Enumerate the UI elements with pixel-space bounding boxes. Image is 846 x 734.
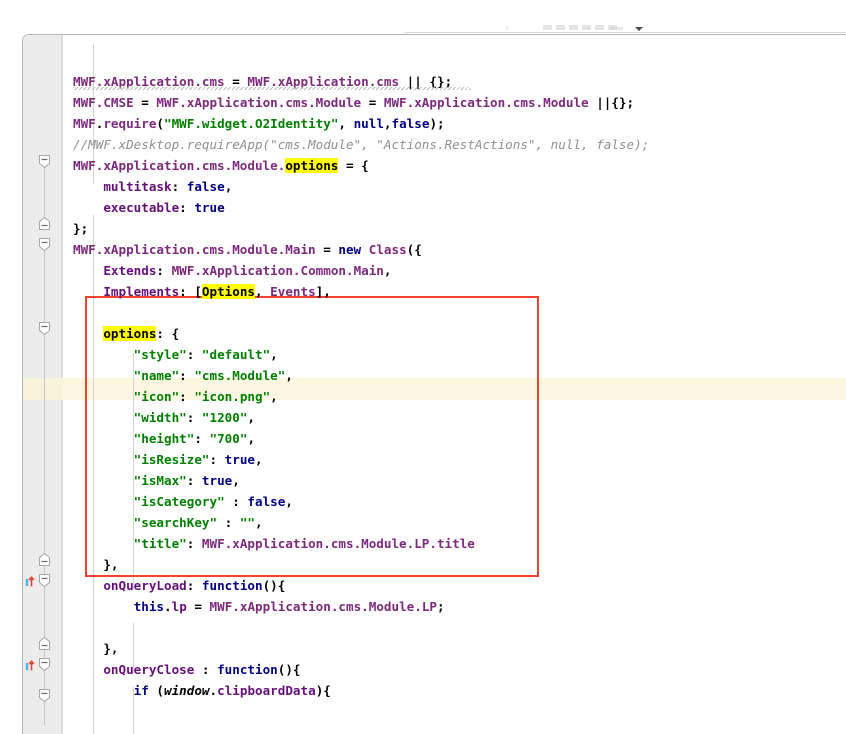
code-line[interactable]: "title": MWF.xApplication.cms.Module.LP.…: [73, 533, 475, 554]
fold-marker-expanded-icon[interactable]: [39, 238, 50, 251]
code-line[interactable]: "searchKey" : "",: [73, 512, 263, 533]
editor-window: MWF.xApplication.cms = MWF.xApplication.…: [0, 0, 846, 734]
toolbar-dropdown-caret-icon[interactable]: [635, 27, 643, 31]
code-line[interactable]: MWF.xApplication.cms.Module.Main = new C…: [73, 239, 422, 260]
code-line[interactable]: "icon": "icon.png",: [73, 386, 278, 407]
toolbar-ghost-item-5[interactable]: [595, 25, 604, 30]
code-line[interactable]: MWF.require("MWF.widget.O2Identity", nul…: [73, 113, 445, 134]
overriding-method-icon[interactable]: [25, 575, 38, 588]
toolbar-ghost-item-3[interactable]: [569, 25, 578, 30]
code-editor-frame: MWF.xApplication.cms = MWF.xApplication.…: [22, 34, 846, 734]
code-lines: MWF.xApplication.cms = MWF.xApplication.…: [63, 35, 846, 734]
fold-marker-expanded-icon[interactable]: [39, 689, 50, 702]
code-line[interactable]: "height": "700",: [73, 428, 255, 449]
fold-marker-end-icon[interactable]: [39, 217, 50, 230]
code-line[interactable]: },: [73, 638, 119, 659]
code-line[interactable]: MWF.xApplication.cms.Module.options = {: [73, 155, 369, 176]
fold-marker-expanded-icon[interactable]: [39, 322, 50, 335]
code-line[interactable]: "isCategory" : false,: [73, 491, 293, 512]
code-line[interactable]: onQueryLoad: function(){: [73, 575, 285, 596]
code-line[interactable]: "width": "1200",: [73, 407, 255, 428]
code-line[interactable]: "name": "cms.Module",: [73, 365, 293, 386]
fold-marker-end-icon[interactable]: [39, 637, 50, 650]
code-line-comment[interactable]: //MWF.xDesktop.requireApp("cms.Module", …: [73, 134, 649, 155]
code-line[interactable]: "style": "default",: [73, 344, 278, 365]
fold-marker-expanded-icon[interactable]: [39, 658, 50, 671]
toolbar-strip: [0, 0, 846, 34]
fold-marker-end-icon[interactable]: [39, 553, 50, 566]
code-line[interactable]: onQueryClose : function(){: [73, 659, 301, 680]
code-line[interactable]: executable: true: [73, 197, 225, 218]
toolbar-ghost-item-9[interactable]: [610, 27, 623, 30]
fold-marker-expanded-icon[interactable]: [39, 155, 50, 168]
fold-rail: [44, 245, 45, 565]
code-line[interactable]: "isMax": true,: [73, 470, 240, 491]
fold-rail: [44, 161, 45, 221]
code-line[interactable]: if (window.clipboardData){: [73, 680, 331, 701]
toolbar-ghost-item-7[interactable]: [506, 27, 508, 30]
warning-squiggle: [73, 87, 471, 90]
fold-marker-expanded-icon[interactable]: [39, 574, 50, 587]
code-line[interactable]: options: {: [73, 323, 179, 344]
overriding-method-icon[interactable]: [25, 659, 38, 672]
code-line[interactable]: Implements: [Options, Events],: [73, 281, 331, 302]
toolbar-divider: [405, 32, 846, 33]
code-line[interactable]: this.lp = MWF.xApplication.cms.Module.LP…: [73, 596, 445, 617]
code-line[interactable]: multitask: false,: [73, 176, 232, 197]
caret-line-gutter-highlight: [23, 378, 63, 400]
code-line[interactable]: };: [73, 218, 88, 239]
toolbar-ghost-item-8[interactable]: [587, 27, 589, 30]
code-line[interactable]: "isResize": true,: [73, 449, 263, 470]
toolbar-ghost-item-1[interactable]: [543, 25, 552, 30]
toolbar-ghost-item-2[interactable]: [556, 25, 565, 30]
code-line[interactable]: },: [73, 554, 119, 575]
code-line[interactable]: Extends: MWF.xApplication.Common.Main,: [73, 260, 392, 281]
code-line[interactable]: MWF.CMSE = MWF.xApplication.cms.Module =…: [73, 92, 634, 113]
code-text-area[interactable]: MWF.xApplication.cms = MWF.xApplication.…: [63, 35, 846, 734]
